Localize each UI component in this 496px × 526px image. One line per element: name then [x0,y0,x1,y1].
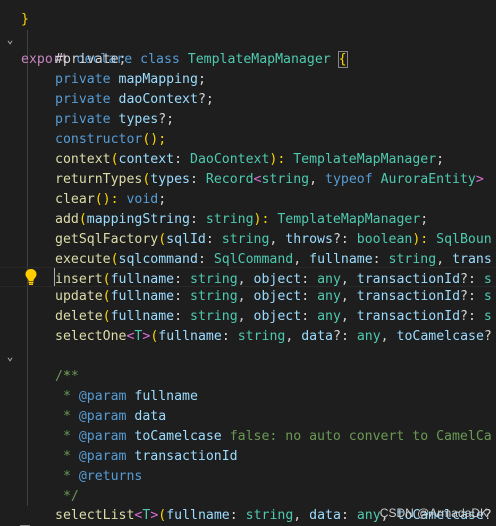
code-line: update(fullname: string, object: any, tr… [0,267,496,304]
text-cursor [54,268,55,286]
watermark: CSDN @ArmadaDK [379,506,488,520]
code-editor[interactable]: } ⌄ export declare class TemplateMapMana… [0,0,496,526]
code-line: private mapMapping; [0,50,496,87]
code-line: * @param toCamelcase false: no auto conv… [0,407,496,444]
code-line: * @param data [0,387,496,424]
code-line: clear(): void; [0,170,496,207]
code-line: add(mappingString: string): TemplateMapM… [0,190,496,227]
lightbulb-icon[interactable] [24,268,38,286]
code-line: */ [0,467,496,504]
code-line: * @param transactionId [0,427,496,464]
code-line: context(context: DaoContext): TemplateMa… [0,130,496,167]
code-line: private daoContext?; [0,70,496,107]
code-line: * @param fullname [0,367,496,404]
code-line: constructor(); [0,110,496,147]
code-line: execute(sqlcommand: SqlCommand, fullname… [0,230,496,267]
code-line: } [0,0,496,27]
code-line: selectList<T>(fullname: string, data: an… [0,486,496,523]
code-line: #private; [0,30,496,67]
code-line: getSqlFactory(sqlId: string, throws?: bo… [0,210,496,247]
lightbulb-graphic [25,269,37,285]
code-line: ⌄ export declare class TemplateMapManage… [0,10,496,68]
code-line: ⌄ /** [0,327,496,384]
code-line: delete(fullname: string, object: any, tr… [0,287,496,324]
code-line: private types?; [0,90,496,127]
code-line: returnTypes(types: Record<string, typeof… [0,150,496,187]
code-line: * [0,347,496,384]
code-line: selectOne<T>(fullname: string, data?: an… [0,307,496,344]
code-line: * @returns [0,447,496,484]
